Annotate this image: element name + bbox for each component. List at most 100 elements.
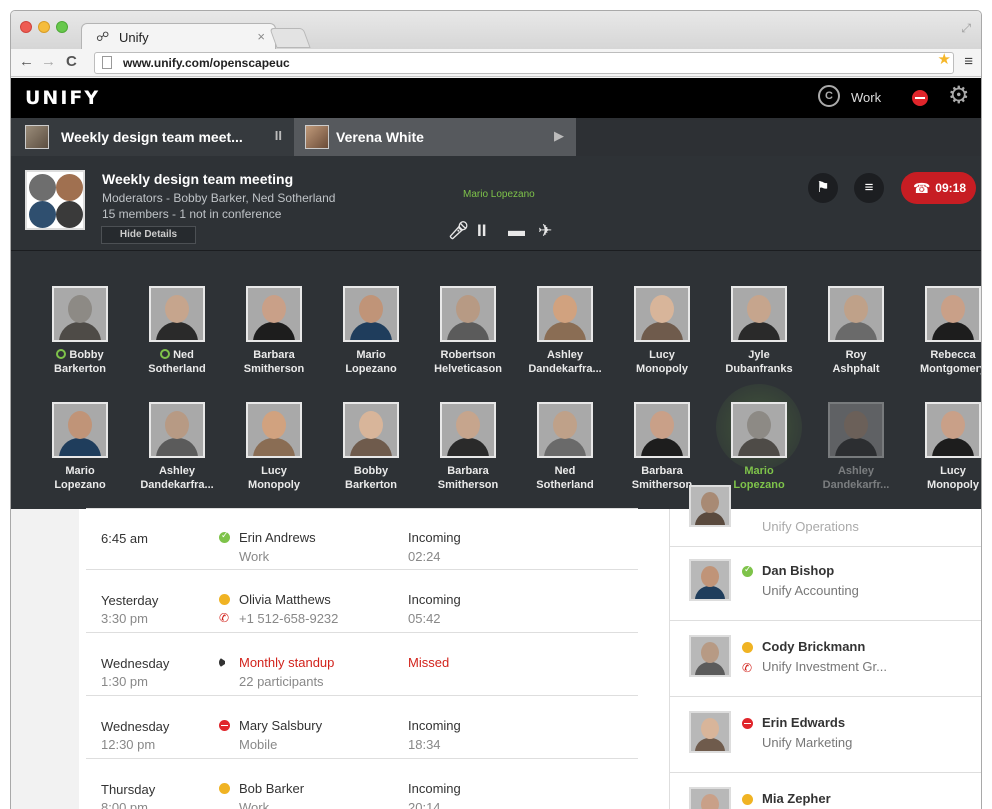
minimize-window-button[interactable] <box>38 21 50 33</box>
participant-name: Roy Ashphalt <box>832 349 880 375</box>
presence-status-label[interactable]: Work <box>851 90 881 105</box>
participant-avatar <box>634 402 690 458</box>
participant-avatar <box>246 286 302 342</box>
presence-status-icon[interactable]: C <box>818 85 840 107</box>
participant-tile[interactable]: Ned Sotherland <box>517 402 613 492</box>
contact-row[interactable]: Dan Bishop Unify Accounting <box>670 545 981 621</box>
call-timer: 09:18 <box>935 181 966 195</box>
active-call-panel: Weekly design team meeting Moderators - … <box>11 156 981 251</box>
contact-row[interactable]: Unify Operations <box>670 471 981 547</box>
history-row[interactable]: Thursday 8:00 pm Bob Barker Work Incoming 20:… <box>86 760 638 809</box>
conversation-tab-title: Verena White <box>336 129 424 145</box>
history-row[interactable]: 6:45 am Erin Andrews Work Incoming 02:24 <box>86 508 638 570</box>
pause-icon[interactable]: II <box>275 128 282 143</box>
online-status-icon <box>160 349 171 359</box>
tab-title: Unify <box>119 30 149 45</box>
back-button[interactable]: ← <box>19 53 34 70</box>
address-bar[interactable]: www.unify.com/openscapeuc <box>94 52 954 74</box>
app-header: UNIFY C Work ⚙ <box>11 78 981 118</box>
contact-row[interactable]: Erin Edwards Unify Marketing <box>670 697 981 773</box>
history-time: 3:30 pm <box>101 611 148 626</box>
settings-gear-icon[interactable]: ⚙ <box>948 81 970 110</box>
participant-tile[interactable]: Ashley Dandekarfra... <box>129 402 225 492</box>
participant-tile[interactable]: Lucy Monopoly <box>226 402 322 492</box>
participant-tile[interactable]: Ned Sotherland <box>129 286 225 376</box>
meeting-title: Weekly design team meeting <box>102 171 294 187</box>
conference-avatar <box>25 170 85 230</box>
participant-tile[interactable]: Lucy Monopoly <box>614 286 710 376</box>
participant-tile[interactable]: Barbara Smitherson <box>226 286 322 376</box>
browser-window: ☍ Unify × ⤢ ← → C www.unify.com/openscap… <box>10 10 982 809</box>
participant-tile[interactable]: Jyle Dubanfranks <box>711 286 807 376</box>
presence-status-icon <box>219 657 230 668</box>
history-row[interactable]: Wednesday 12:30 pm Mary Salsbury Mobile Inco… <box>86 697 638 759</box>
url-text: www.unify.com/openscapeuc <box>123 56 290 70</box>
history-contact-detail: Work <box>239 549 270 564</box>
participant-tile[interactable]: Mario Lopezano <box>32 402 128 492</box>
history-contact-name[interactable]: Mary Salsbury <box>239 718 322 733</box>
history-date: 6:45 am <box>101 531 148 546</box>
history-contact-name[interactable]: Monthly standup <box>239 655 334 670</box>
tab-close-icon[interactable]: × <box>257 29 265 44</box>
participant-avatar <box>246 402 302 458</box>
participant-tile[interactable]: Mario Lopezano <box>323 286 419 376</box>
presence-status-icon <box>742 794 753 805</box>
history-row[interactable]: Yesterday 3:30 pm ✆ Olivia Matthews +1 512-6… <box>86 571 638 633</box>
do-not-disturb-icon[interactable] <box>912 90 928 106</box>
new-tab-button[interactable] <box>269 28 311 48</box>
history-contact-name[interactable]: Erin Andrews <box>239 530 316 545</box>
participant-name: Rebecca Montgomery <box>920 349 982 375</box>
participant-tile[interactable]: Roy Ashphalt <box>808 286 904 376</box>
contact-avatar <box>689 559 731 601</box>
share-screen-icon[interactable]: ▬ <box>508 221 525 241</box>
maximize-window-button[interactable] <box>56 21 68 33</box>
participant-avatar <box>634 286 690 342</box>
history-direction: Incoming <box>408 592 461 607</box>
fullscreen-icon[interactable]: ⤢ <box>961 21 971 36</box>
participant-tile[interactable]: Ashley Dandekarfra... <box>517 286 613 376</box>
reload-button[interactable]: C <box>66 53 77 70</box>
history-direction: Incoming <box>408 718 461 733</box>
history-time: 12:30 pm <box>101 737 156 752</box>
hold-pause-icon[interactable]: II <box>477 221 486 241</box>
history-duration: 05:42 <box>408 611 441 626</box>
forward-button[interactable]: → <box>41 53 56 70</box>
history-duration: 02:24 <box>408 549 441 564</box>
conversation-tab-verena[interactable]: Verena White ▶ <box>294 118 576 156</box>
contact-row[interactable]: Mia Zepher+1 512-658-9233 <box>670 773 981 809</box>
play-icon[interactable]: ▶ <box>554 128 564 144</box>
hang-up-icon: ☎ <box>913 180 931 196</box>
unify-logo: UNIFY <box>25 87 101 109</box>
bookmark-star-icon[interactable]: ★ <box>938 50 951 68</box>
participant-tile[interactable]: Rebecca Montgomery <box>905 286 982 376</box>
history-row[interactable]: Wednesday 1:30 pm Monthly standup 22 partic… <box>86 634 638 696</box>
participant-tile[interactable]: Robertson Helveticason <box>420 286 516 376</box>
participant-tile[interactable]: Barbara Smitherson <box>420 402 516 492</box>
participant-tile[interactable]: Bobby Barkerton <box>32 286 128 376</box>
close-window-button[interactable] <box>20 21 32 33</box>
browser-menu-icon[interactable]: ≡ <box>964 53 973 70</box>
contact-name: Cody Brickmann <box>762 639 866 654</box>
hide-details-button[interactable]: Hide Details <box>101 226 196 244</box>
phone-icon: ✆ <box>219 611 230 625</box>
history-direction: Incoming <box>408 781 461 796</box>
presence-status-icon <box>219 594 230 605</box>
meeting-moderators: Moderators - Bobby Barker, Ned Sotherlan… <box>102 191 336 205</box>
history-contact-name[interactable]: Bob Barker <box>239 781 304 796</box>
participant-avatar <box>731 286 787 342</box>
participant-name: Mario Lopezano <box>54 465 106 491</box>
contact-row[interactable]: ✆ Cody Brickmann Unify Investment Gr... <box>670 621 981 697</box>
browser-tab[interactable]: ☍ Unify × <box>81 23 276 50</box>
participant-avatar <box>440 286 496 342</box>
participant-name: Bobby Barkerton <box>54 349 106 375</box>
contact-organization: Unify Operations <box>762 519 859 534</box>
mute-speaker-icon[interactable]: ✈ <box>538 221 552 241</box>
participant-name: Lucy Monopoly <box>636 349 688 375</box>
call-menu-button[interactable]: ≡ <box>854 173 884 203</box>
mute-microphone-icon[interactable]: 🎤︎ <box>448 221 470 241</box>
participant-tile[interactable]: Bobby Barkerton <box>323 402 419 492</box>
conversation-tab-meeting[interactable]: Weekly design team meet... II <box>11 118 294 156</box>
history-contact-name[interactable]: Olivia Matthews <box>239 592 331 607</box>
flag-transfer-button[interactable]: ⚑ <box>808 173 838 203</box>
hang-up-button[interactable]: ☎ 09:18 <box>901 172 976 204</box>
